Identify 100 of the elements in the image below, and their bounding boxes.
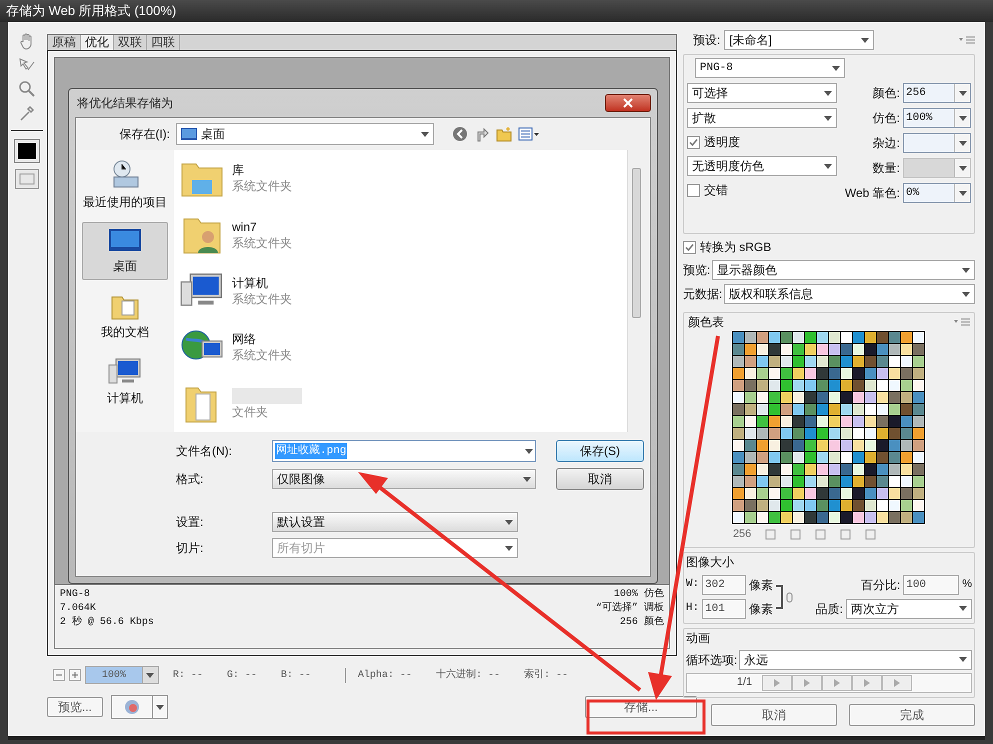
zoom-in-icon[interactable]	[68, 669, 81, 681]
places-item[interactable]: 我的文档	[82, 286, 168, 346]
file-list-item[interactable]: win7 系统文件夹	[174, 206, 627, 263]
dropdown-caret-icon	[958, 140, 966, 146]
optimized-info-text: PNG-8	[60, 588, 91, 602]
optimized-info-text: 100% 仿色	[614, 588, 664, 602]
scrollbar-thumb[interactable]	[632, 168, 640, 318]
view-menu-icon[interactable]	[518, 126, 540, 142]
zoom-icon[interactable]	[18, 80, 36, 98]
value-field[interactable]: 100%	[903, 108, 971, 128]
view-tab[interactable]: 优化	[80, 35, 114, 50]
dropdown-value: PNG-8	[700, 60, 733, 76]
zoom-out-icon[interactable]	[52, 669, 65, 681]
done-button[interactable]: 完成	[849, 704, 975, 726]
places-item[interactable]: 计算机	[82, 352, 168, 412]
monitor-preview-dropdown[interactable]: 显示器颜色	[712, 260, 975, 280]
zoom-level-field[interactable]: 100%	[84, 666, 159, 684]
dropdown-caret-icon	[959, 606, 967, 611]
value-field[interactable]: 0%	[903, 183, 971, 203]
section-title: 图像大小	[686, 554, 735, 570]
field-label: 数量:	[872, 160, 900, 177]
field-label: 元数据:	[682, 286, 722, 303]
last-frame-icon	[892, 678, 902, 686]
value-field[interactable]: 100	[903, 574, 960, 594]
dropdown-caret-icon	[824, 90, 832, 96]
dropdown-value: 所有切片	[277, 540, 325, 557]
value-field[interactable]	[903, 133, 971, 153]
preview-button[interactable]: 预览...	[46, 697, 103, 717]
unit-label: 像素	[749, 576, 774, 594]
play-button[interactable]	[822, 674, 852, 690]
dropdown[interactable]: 默认设置	[272, 512, 518, 532]
toggle-slices-icon[interactable]	[15, 169, 40, 189]
file-format-dropdown[interactable]: PNG-8	[694, 58, 845, 78]
dropdown-caret-icon	[523, 476, 531, 482]
value-field[interactable]: 101	[702, 598, 746, 618]
dropdown-caret-icon	[146, 672, 154, 678]
close-button[interactable]	[605, 94, 651, 112]
cancel-button[interactable]: 取消	[556, 468, 644, 490]
checkbox[interactable]	[686, 184, 700, 196]
cancel-button[interactable]: 取消	[711, 704, 837, 726]
checkbox[interactable]	[682, 240, 696, 254]
browser-dropdown[interactable]	[110, 695, 168, 719]
last-frame-button[interactable]	[882, 674, 912, 690]
preset-label: 预设:	[692, 32, 720, 49]
save-button[interactable]: 保存(S)	[556, 440, 644, 462]
field-label: 杂边:	[872, 135, 900, 152]
dropdown-caret-icon	[958, 90, 966, 96]
window-title: 存储为 Web 所用格式 (100%)	[6, 2, 176, 20]
checkbox-label: 交错	[704, 182, 728, 199]
dropdown-caret-icon	[824, 116, 832, 120]
panel-menu-icon[interactable]	[959, 36, 975, 44]
file-list-item[interactable]: 库 系统文件夹	[174, 150, 627, 206]
file-list-item[interactable]: 网络 系统文件夹	[174, 319, 627, 376]
previous-frame-button[interactable]	[792, 674, 822, 690]
file-name: 计算机	[232, 275, 269, 292]
panel-menu-icon[interactable]	[954, 318, 970, 326]
field-label: 保存在(I):	[118, 126, 171, 143]
file-list-item[interactable]: 计算机 系统文件夹	[174, 262, 627, 320]
dropdown-value: 无透明度仿色	[692, 158, 764, 175]
color-readout: 索引: --	[524, 668, 568, 682]
unit-label: %	[962, 577, 972, 592]
checkbox[interactable]	[686, 136, 700, 148]
field-label: H:	[686, 601, 700, 616]
dither-algorithm-dropdown[interactable]: 扩散	[686, 108, 837, 128]
dropdown-caret-icon	[421, 132, 429, 136]
save-location-dropdown[interactable]: 桌面	[176, 123, 434, 145]
file-list-item[interactable]: 文件夹	[174, 376, 627, 432]
eyedropper-icon[interactable]	[18, 104, 36, 122]
dropdown-value: 默认设置	[277, 514, 325, 531]
color-reduction-dropdown[interactable]: 可选择	[686, 83, 837, 103]
file-type: 系统文件夹	[232, 347, 292, 364]
dropdown[interactable]: 仅限图像	[272, 469, 536, 489]
dropdown-caret-icon	[958, 166, 966, 170]
dropdown-value: 仅限图像	[277, 471, 325, 488]
frame-counter: 1/1	[736, 675, 752, 690]
first-frame-button[interactable]	[762, 674, 792, 690]
resample-quality-dropdown[interactable]: 两次立方	[846, 598, 972, 618]
value-field[interactable]: 256	[903, 83, 971, 103]
loop-options-dropdown[interactable]: 永远	[739, 650, 972, 670]
field-label: 颜色:	[872, 85, 900, 102]
dropdown-caret-icon	[861, 38, 870, 42]
dropdown-caret-icon	[824, 164, 832, 168]
file-name: 库	[232, 162, 245, 178]
color-readout: G: --	[226, 668, 257, 682]
dropdown-value: [未命名]	[729, 32, 772, 49]
transparency-dither-dropdown[interactable]: 无透明度仿色	[686, 156, 837, 176]
checkbox-label: 转换为 sRGB	[700, 239, 772, 256]
metadata-dropdown[interactable]: 版权和联系信息	[724, 284, 975, 304]
places-item[interactable]: 桌面	[82, 222, 168, 280]
new-folder-icon[interactable]	[496, 126, 512, 142]
dropdown-value: 两次立方	[851, 600, 899, 618]
eyedropper-color-swatch[interactable]	[18, 143, 36, 159]
places-item[interactable]: 最近使用的项目	[82, 154, 168, 216]
value-field[interactable]: 302	[702, 574, 746, 594]
next-frame-button[interactable]	[852, 674, 882, 690]
play-icon	[832, 678, 842, 686]
back-icon[interactable]	[452, 126, 468, 142]
file-type: 系统文件夹	[232, 178, 292, 194]
preset-dropdown[interactable]: [未命名]	[724, 30, 874, 50]
color-readout: Alpha: --	[344, 668, 412, 682]
